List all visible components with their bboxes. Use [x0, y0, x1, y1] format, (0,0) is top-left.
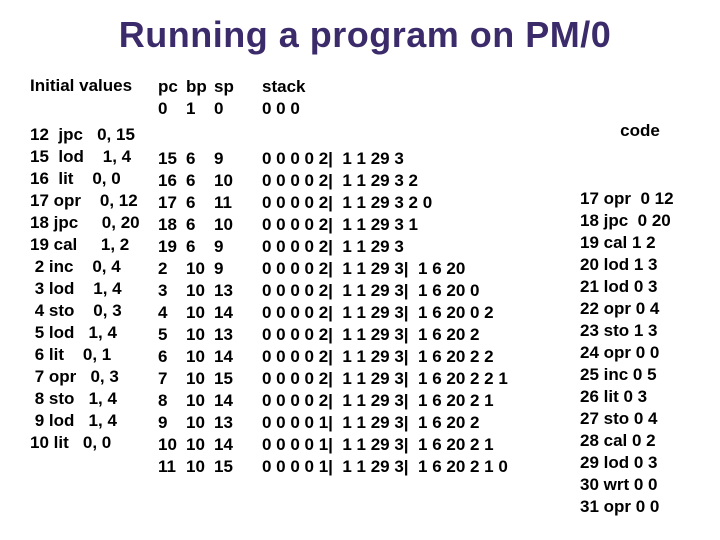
code-header: code [580, 120, 700, 142]
stack-column: stack 0 0 0 0 0 0 0 2| 1 1 29 3 0 0 0 0 … [262, 76, 572, 478]
instruction-list: 12 jpc 0, 15 15 lod 1, 4 16 lit 0, 0 17 … [30, 124, 158, 454]
sp-column: sp 0 9 10 11 10 9 9 13 14 13 14 15 14 13… [214, 76, 252, 478]
stack-values: 0 0 0 0 2| 1 1 29 3 0 0 0 0 2| 1 1 29 3 … [262, 148, 572, 478]
bp-initial: 1 [186, 98, 214, 120]
main-content: Initial values 12 jpc 0, 15 15 lod 1, 4 … [30, 76, 700, 540]
code-column: code 17 opr 0 12 18 jpc 0 20 19 cal 1 2 … [580, 76, 700, 540]
sp-values: 9 10 11 10 9 9 13 14 13 14 15 14 13 14 1… [214, 148, 252, 478]
sp-header: sp [214, 76, 252, 98]
instruction-column: Initial values 12 jpc 0, 15 15 lod 1, 4 … [30, 76, 158, 454]
stack-initial: 0 0 0 [262, 98, 572, 120]
bp-column: bp 1 6 6 6 6 6 10 10 10 10 10 10 10 10 1… [186, 76, 214, 478]
pc-header: pc [158, 76, 186, 98]
slide-title: Running a program on PM/0 [30, 14, 700, 56]
stack-header: stack [262, 76, 572, 98]
pc-values: 15 16 17 18 19 2 3 4 5 6 7 8 9 10 11 [158, 148, 186, 478]
pc-column: pc 0 15 16 17 18 19 2 3 4 5 6 7 8 9 10 1… [158, 76, 186, 478]
bp-values: 6 6 6 6 6 10 10 10 10 10 10 10 10 10 10 [186, 148, 214, 478]
code-listing: 17 opr 0 12 18 jpc 0 20 19 cal 1 2 20 lo… [580, 188, 700, 518]
initial-values-label: Initial values [30, 76, 158, 96]
bp-header: bp [186, 76, 214, 98]
sp-initial: 0 [214, 98, 252, 120]
pc-initial: 0 [158, 98, 186, 120]
